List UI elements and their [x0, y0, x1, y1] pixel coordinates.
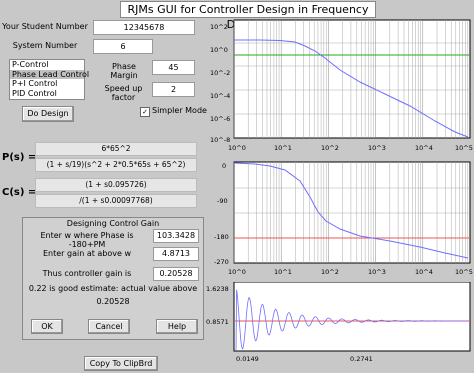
simpler-mode-checkbox[interactable]: ✓ [140, 107, 150, 117]
mag-xtick: 10^1 [274, 144, 292, 152]
controller-gain-label: Thus controller gain is [42, 269, 132, 278]
mag-xtick: 10^4 [415, 144, 433, 152]
controller-label: C(s) = [2, 187, 37, 198]
w-field[interactable]: 103.3428 [153, 229, 199, 243]
mag-ytick: 10^-2 [210, 69, 230, 77]
system-number-label: System Number [12, 41, 78, 50]
plant-denominator: (1 + s/19)(s^2 + 2*0.5*65s + 65^2) [35, 158, 197, 172]
list-item-selected[interactable]: Phase Lead Control [10, 69, 89, 79]
phase-ytick: -90 [217, 197, 228, 205]
phase-ytick: -180 [214, 233, 229, 241]
mag-xtick: 10^2 [321, 144, 339, 152]
step-axes [233, 282, 471, 352]
plant-numerator: 6*65^2 [35, 142, 197, 156]
copy-to-clipboard-button[interactable]: Copy To ClipBrd [84, 356, 158, 371]
student-number-label: Your Student Number [2, 22, 88, 31]
list-item[interactable]: P+I Control [10, 79, 84, 89]
dialog-title: Designing Control Gain [66, 219, 160, 228]
plant-label: P(s) = [2, 152, 37, 163]
mag-ytick: 10^0 [210, 46, 228, 54]
phase-margin-field[interactable]: 45 [152, 60, 195, 75]
phase-xtick: 10^3 [368, 268, 386, 276]
estimate-value: 0.20528 [96, 297, 130, 306]
w-label: Enter w where Phase is -180+PM [40, 231, 134, 249]
phase-ytick: -270 [214, 258, 229, 266]
mag-xtick: 10^0 [228, 144, 246, 152]
step-xtick: 0.2741 [350, 355, 373, 363]
step-response-plot: 1.6238 0.8571 0.0149 0.2741 [206, 282, 471, 363]
mag-xtick: 10^5 [455, 144, 473, 152]
bode-magnitude-plot: 10^2 10^0 10^-2 10^-4 10^-6 10^-8 10^0 1… [210, 19, 473, 152]
ok-button[interactable]: OK [31, 319, 63, 334]
controller-numerator: (1 + s0.095726) [35, 178, 197, 192]
step-xtick: 0.0149 [236, 355, 259, 363]
speedup-factor-field[interactable]: 2 [152, 82, 195, 97]
controller-gain-field[interactable]: 0.20528 [153, 267, 199, 281]
phase-xtick: 10^2 [321, 268, 339, 276]
app-title: RJMs GUI for Controller Design in Freque… [120, 1, 376, 31]
gain-label: Enter gain at above w [42, 249, 132, 258]
mag-xtick: 10^3 [368, 144, 386, 152]
simpler-mode-label: Simpler Mode [152, 106, 207, 115]
control-gain-dialog: Designing Control Gain Enter w where Pha… [22, 217, 204, 340]
speedup-factor-label: Speed up factor [104, 84, 143, 102]
phase-margin-label: Phase Margin [110, 62, 138, 80]
mag-ytick: 10^-8 [210, 136, 230, 144]
mag-ytick: 10^2 [210, 23, 228, 31]
phase-xtick: 10^5 [455, 268, 473, 276]
help-button[interactable]: Help [156, 319, 198, 334]
mag-ytick: 10^-6 [210, 115, 230, 123]
phase-xtick: 10^4 [415, 268, 433, 276]
list-item[interactable]: PID Control [10, 89, 84, 99]
phase-xtick: 10^1 [274, 268, 292, 276]
step-ytick: 1.6238 [206, 285, 229, 293]
step-ytick: 0.8571 [206, 318, 229, 326]
cancel-button[interactable]: Cancel [88, 319, 130, 334]
bode-phase-plot: 0 -90 -180 -270 10^0 10^1 10^2 10^3 10^4… [214, 161, 473, 276]
do-design-button[interactable]: Do Design [22, 106, 74, 122]
controller-type-list[interactable]: P-Control Phase Lead Control P+I Control… [9, 59, 89, 100]
controller-denominator: /(1 + s0.00097768) [35, 194, 197, 208]
mag-ytick: 10^-4 [210, 92, 230, 100]
phase-axes [233, 161, 471, 264]
student-number-field[interactable]: 12345678 [93, 20, 195, 35]
system-number-field[interactable]: 6 [93, 39, 153, 54]
phase-xtick: 10^0 [228, 268, 246, 276]
gain-field[interactable]: 4.8713 [153, 247, 199, 261]
estimate-text: 0.22 is good estimate: actual value abov… [28, 284, 198, 293]
list-item[interactable]: P-Control [10, 60, 84, 70]
phase-ytick: 0 [222, 162, 226, 170]
